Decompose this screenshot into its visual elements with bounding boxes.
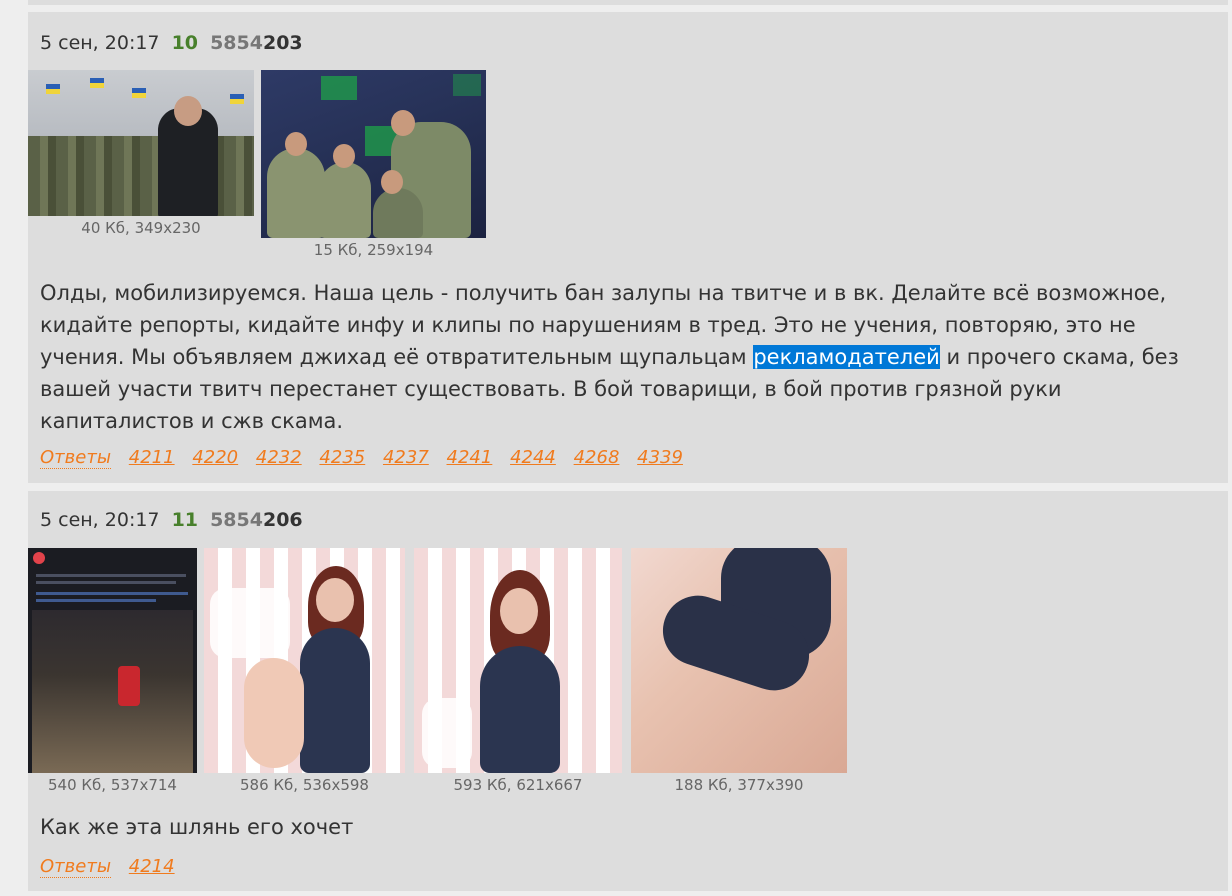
operations-room-thumbnail[interactable] xyxy=(261,70,486,238)
file-meta: 593 Кб, 621x667 xyxy=(453,776,583,794)
post: 5 сен, 20:17 10 5854203 40 Кб, 349x230 1… xyxy=(28,12,1228,483)
reply-link[interactable]: 4244 xyxy=(510,447,556,468)
reply-link[interactable]: 4241 xyxy=(447,447,493,468)
reply-link[interactable]: 4214 xyxy=(129,856,175,877)
stream-frame-thumbnail[interactable] xyxy=(414,548,622,773)
reply-link[interactable]: 4235 xyxy=(319,447,365,468)
post-message: Олды, мобилизируемся. Наша цель - получи… xyxy=(40,277,1216,437)
selected-text: рекламодателей xyxy=(753,345,940,369)
reply-link[interactable]: 4211 xyxy=(129,447,175,468)
post-file: 540 Кб, 537x714 xyxy=(28,548,197,794)
reply-link[interactable]: 4339 xyxy=(637,447,683,468)
post-number-prefix: 5854 xyxy=(210,509,263,531)
reply-link[interactable]: 4237 xyxy=(383,447,429,468)
dark-post-screenshot-thumbnail[interactable] xyxy=(28,548,197,773)
post-file: 40 Кб, 349x230 xyxy=(28,70,254,237)
file-meta: 540 Кб, 537x714 xyxy=(48,776,177,794)
post-message: Как же эта шлянь его хочет xyxy=(40,815,354,839)
replies-row: Ответы 4214 xyxy=(40,855,187,879)
post-number-link[interactable]: 5854206 xyxy=(210,509,303,531)
file-meta: 15 Кб, 259x194 xyxy=(313,241,434,259)
post-number-suffix: 203 xyxy=(262,32,303,54)
post-index: 11 xyxy=(171,509,199,531)
reply-link[interactable]: 4220 xyxy=(192,447,238,468)
file-meta: 586 Кб, 536x598 xyxy=(240,776,369,794)
replies-label: Ответы xyxy=(40,447,112,469)
post-header: 5 сен, 20:17 11 5854206 xyxy=(40,507,303,533)
stream-closeup-thumbnail[interactable] xyxy=(631,548,847,773)
post-number-suffix: 206 xyxy=(262,509,303,531)
replies-label: Ответы xyxy=(40,856,112,878)
post-number-link[interactable]: 5854203 xyxy=(210,32,303,54)
post-index: 10 xyxy=(171,32,199,54)
post-header: 5 сен, 20:17 10 5854203 xyxy=(40,30,303,56)
post-number-prefix: 5854 xyxy=(210,32,263,54)
post-file: 593 Кб, 621x667 xyxy=(414,548,622,794)
reply-link[interactable]: 4268 xyxy=(574,447,620,468)
thread-page: 5 сен, 20:17 10 5854203 40 Кб, 349x230 1… xyxy=(0,0,1232,896)
post: 5 сен, 20:17 11 5854206 540 Кб, 537x714 xyxy=(28,491,1228,891)
file-meta: 188 Кб, 377x390 xyxy=(674,776,804,794)
stream-frame-thumbnail[interactable] xyxy=(204,548,405,773)
post-date: 5 сен, 20:17 xyxy=(40,509,160,531)
previous-post-edge xyxy=(28,0,1228,5)
army-parade-thumbnail[interactable] xyxy=(28,70,254,216)
post-date: 5 сен, 20:17 xyxy=(40,32,160,54)
post-file: 15 Кб, 259x194 xyxy=(261,70,486,259)
post-file: 586 Кб, 536x598 xyxy=(204,548,405,794)
reply-link[interactable]: 4232 xyxy=(256,447,302,468)
post-file: 188 Кб, 377x390 xyxy=(631,548,847,794)
replies-row: Ответы 4211 4220 4232 4235 4237 4241 424… xyxy=(40,446,695,470)
file-meta: 40 Кб, 349x230 xyxy=(81,219,201,237)
